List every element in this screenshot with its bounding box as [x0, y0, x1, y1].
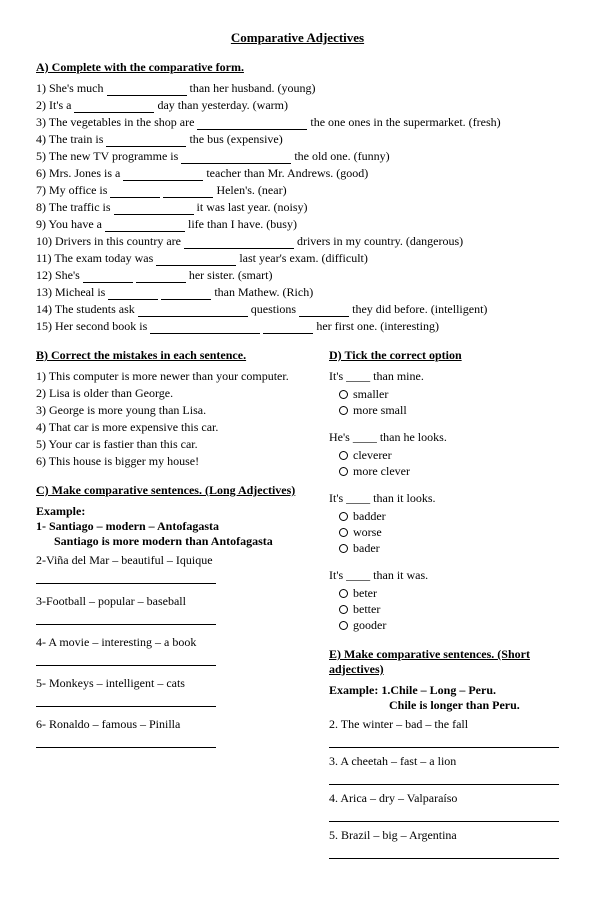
radio-icon: [339, 406, 348, 415]
section-c-items: 2-Viña del Mar – beautiful – Iquique 3-Fo…: [36, 553, 319, 748]
radio-icon: [339, 544, 348, 553]
list-item: 7) My office is Helen's. (near): [36, 183, 559, 198]
section-c-content: Example: 1- Santiago – modern – Antofaga…: [36, 504, 319, 748]
long-adj-item: 3-Football – popular – baseball: [36, 594, 319, 625]
section-d-title: D) Tick the correct option: [329, 348, 559, 363]
section-e-items: 2. The winter – bad – the fall 3. A cheet…: [329, 717, 559, 859]
list-item: 12) She's her sister. (smart): [36, 268, 559, 283]
section-a-title: A) Complete with the comparative form.: [36, 60, 559, 75]
radio-icon: [339, 390, 348, 399]
long-adj-item: 4- A movie – interesting – a book: [36, 635, 319, 666]
list-item: 2) Lisa is older than George.: [36, 386, 319, 401]
long-adj-item: 2-Viña del Mar – beautiful – Iquique: [36, 553, 319, 584]
e-item: 3. A cheetah – fast – a lion: [329, 754, 559, 785]
section-d-groups: It's ____ than mine. smaller more small …: [329, 369, 559, 633]
tick-group: It's ____ than mine. smaller more small: [329, 369, 559, 418]
list-item: 3) The vegetables in the shop are the on…: [36, 115, 559, 130]
list-item: 14) The students ask questions they did …: [36, 302, 559, 317]
col-right: D) Tick the correct option It's ____ tha…: [329, 348, 559, 873]
radio-icon: [339, 512, 348, 521]
tick-option[interactable]: better: [329, 602, 559, 617]
radio-icon: [339, 467, 348, 476]
tick-option[interactable]: gooder: [329, 618, 559, 633]
radio-icon: [339, 589, 348, 598]
list-item: 6) Mrs. Jones is a teacher than Mr. Andr…: [36, 166, 559, 181]
section-e: E) Make comparative sentences. (Short ad…: [329, 647, 559, 859]
tick-option[interactable]: beter: [329, 586, 559, 601]
list-item: 9) You have a life than I have. (busy): [36, 217, 559, 232]
section-e-title: E) Make comparative sentences. (Short ad…: [329, 647, 559, 677]
tick-group: It's ____ than it looks. badder worse ba…: [329, 491, 559, 556]
radio-icon: [339, 528, 348, 537]
col-left: B) Correct the mistakes in each sentence…: [36, 348, 319, 873]
list-item: 11) The exam today was last year's exam.…: [36, 251, 559, 266]
section-b-title: B) Correct the mistakes in each sentence…: [36, 348, 319, 363]
e-item: 2. The winter – bad – the fall: [329, 717, 559, 748]
list-item: 13) Micheal is than Mathew. (Rich): [36, 285, 559, 300]
section-a-items: 1) She's much than her husband. (young) …: [36, 81, 559, 334]
tick-option[interactable]: badder: [329, 509, 559, 524]
radio-icon: [339, 621, 348, 630]
tick-option[interactable]: more small: [329, 403, 559, 418]
section-a: A) Complete with the comparative form. 1…: [36, 60, 559, 334]
tick-option[interactable]: more clever: [329, 464, 559, 479]
long-adj-item: 6- Ronaldo – famous – Pinilla: [36, 717, 319, 748]
radio-icon: [339, 605, 348, 614]
section-d: D) Tick the correct option It's ____ tha…: [329, 348, 559, 633]
list-item: 1) This computer is more newer than your…: [36, 369, 319, 384]
e-item: 4. Arica – dry – Valparaíso: [329, 791, 559, 822]
list-item: 4) The train is the bus (expensive): [36, 132, 559, 147]
tick-option[interactable]: bader: [329, 541, 559, 556]
page-title: Comparative Adjectives: [36, 30, 559, 46]
list-item: 8) The traffic is it was last year. (noi…: [36, 200, 559, 215]
list-item: 6) This house is bigger my house!: [36, 454, 319, 469]
long-adj-item: 5- Monkeys – intelligent – cats: [36, 676, 319, 707]
list-item: 5) Your car is fastier than this car.: [36, 437, 319, 452]
section-b-items: 1) This computer is more newer than your…: [36, 369, 319, 469]
tick-option[interactable]: cleverer: [329, 448, 559, 463]
tick-group: It's ____ than it was. beter better good…: [329, 568, 559, 633]
list-item: 2) It's a day than yesterday. (warm): [36, 98, 559, 113]
tick-option[interactable]: worse: [329, 525, 559, 540]
section-b: B) Correct the mistakes in each sentence…: [36, 348, 319, 469]
list-item: 1) She's much than her husband. (young): [36, 81, 559, 96]
radio-icon: [339, 451, 348, 460]
tick-group: He's ____ than he looks. cleverer more c…: [329, 430, 559, 479]
list-item: 10) Drivers in this country are drivers …: [36, 234, 559, 249]
tick-option[interactable]: smaller: [329, 387, 559, 402]
list-item: 5) The new TV programme is the old one. …: [36, 149, 559, 164]
section-c-title: C) Make comparative sentences. (Long Adj…: [36, 483, 319, 498]
list-item: 15) Her second book is her first one. (i…: [36, 319, 559, 334]
list-item: 3) George is more young than Lisa.: [36, 403, 319, 418]
e-item: 5. Brazil – big – Argentina: [329, 828, 559, 859]
section-c: C) Make comparative sentences. (Long Adj…: [36, 483, 319, 748]
list-item: 4) That car is more expensive this car.: [36, 420, 319, 435]
bottom-two-col: B) Correct the mistakes in each sentence…: [36, 348, 559, 873]
